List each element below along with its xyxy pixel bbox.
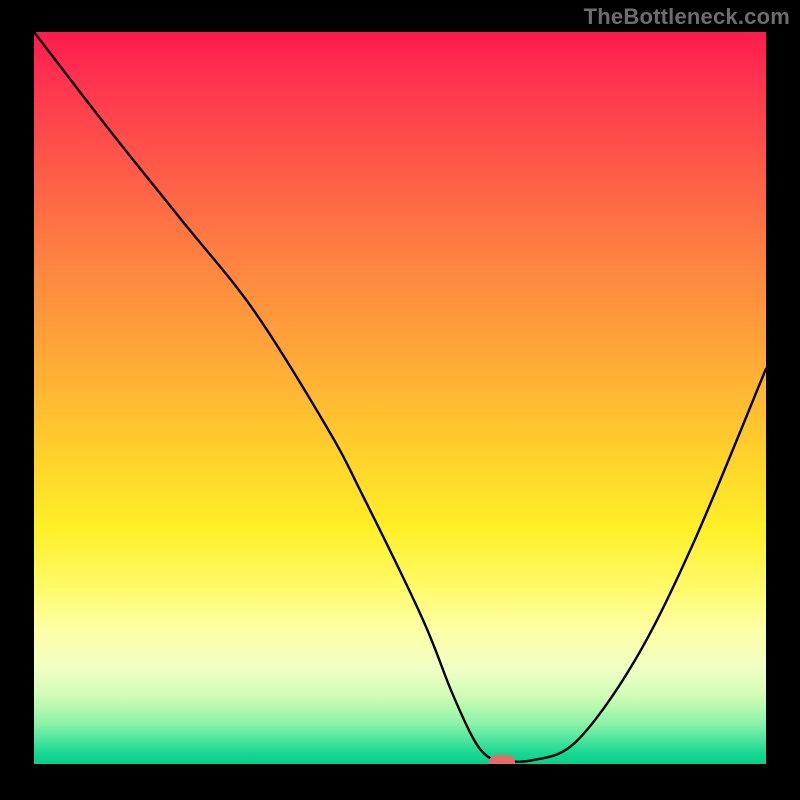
chart-stage: TheBottleneck.com [0, 0, 800, 800]
watermark-text: TheBottleneck.com [584, 4, 790, 30]
bottleneck-curve-path [34, 32, 766, 762]
optimal-point-marker [489, 755, 515, 764]
curve-layer [34, 32, 766, 764]
plot-area [34, 32, 766, 764]
